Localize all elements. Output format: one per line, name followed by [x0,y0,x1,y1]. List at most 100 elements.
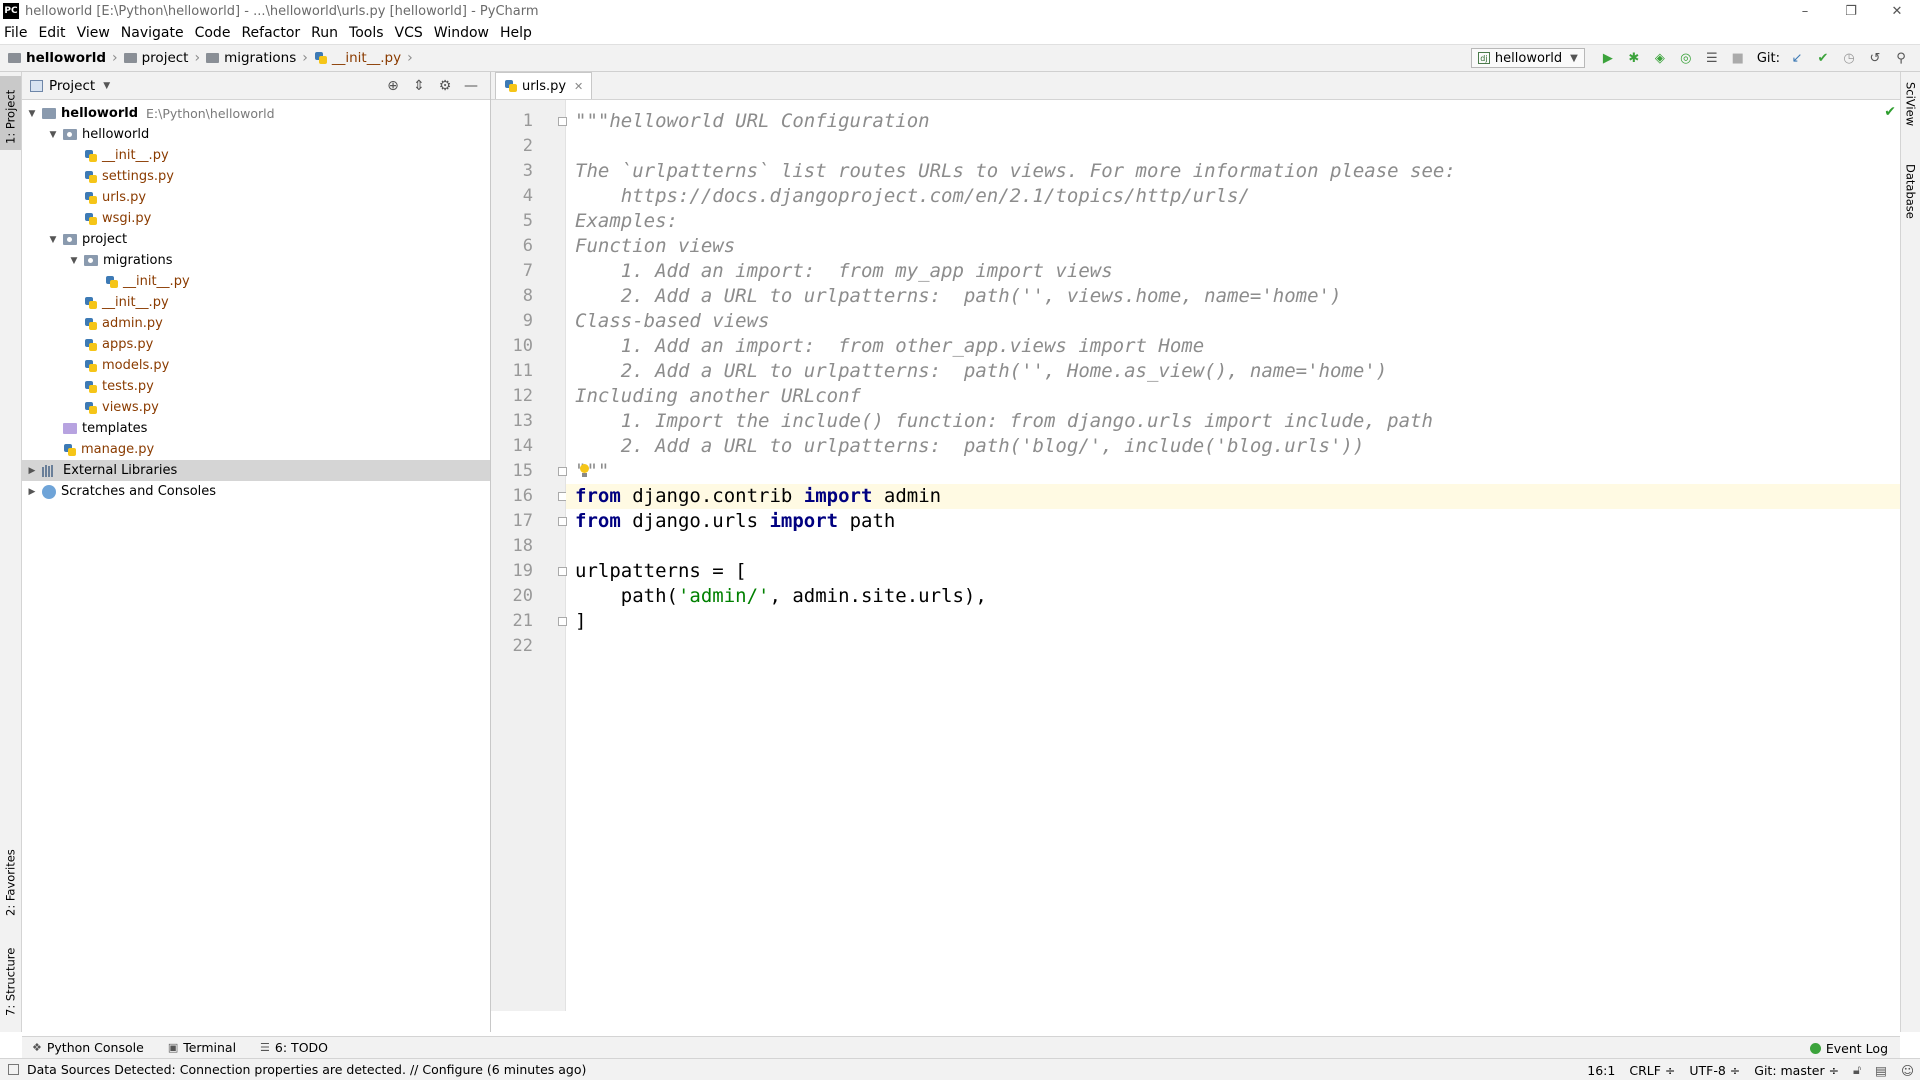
tree-item[interactable]: views.py [22,397,490,418]
tree-item[interactable]: ▼ helloworld E:\Python\helloworld [22,103,490,124]
git-branch[interactable]: Git: master ÷ [1754,1063,1839,1078]
todo-button[interactable]: ☰ 6: TODO [260,1040,328,1055]
git-update-icon[interactable]: ↙ [1784,47,1810,69]
tree-item[interactable]: models.py [22,355,490,376]
menu-vcs[interactable]: VCS [395,25,423,41]
project-panel-title[interactable]: Project [49,78,95,94]
chevron-down-icon[interactable]: ▼ [68,256,80,266]
tree-item[interactable]: ▼ project [22,229,490,250]
editor-tab-urls[interactable]: urls.py ✕ [495,72,593,99]
chevron-down-icon[interactable]: ▼ [47,130,59,140]
concurrency-icon[interactable]: ☰ [1699,47,1725,69]
run-configuration-select[interactable]: dj helloworld ▼ [1470,48,1585,68]
collapse-all-icon[interactable]: ⇕ [406,78,432,94]
memory-indicator-icon[interactable]: ▤ [1875,1063,1887,1078]
menu-refactor[interactable]: Refactor [241,25,300,41]
menu-edit[interactable]: Edit [38,25,65,41]
file-encoding[interactable]: UTF-8 ÷ [1689,1063,1740,1078]
tab-favorites[interactable]: 2: Favorites [0,842,21,922]
tree-item[interactable]: urls.py [22,187,490,208]
locate-icon[interactable]: ⊕ [380,78,406,94]
python-console-button[interactable]: ❖ Python Console [32,1040,144,1055]
tree-item[interactable]: __init__.py [22,145,490,166]
tree-item[interactable]: __init__.py [22,292,490,313]
tree-item[interactable]: ▼ helloworld [22,124,490,145]
stop-icon[interactable]: ■ [1725,47,1751,69]
coverage-icon[interactable]: ◈ [1647,47,1673,69]
chevron-down-icon[interactable]: ▼ [26,109,38,119]
event-log-button[interactable]: Event Log [1809,1037,1888,1059]
code-token: Examples: [575,210,678,232]
tab-sciview[interactable]: SciView [1901,78,1920,148]
terminal-button[interactable]: ▣ Terminal [168,1040,236,1055]
gear-icon[interactable]: ⚙ [432,78,458,94]
tree-item[interactable]: tests.py [22,376,490,397]
menu-view[interactable]: View [77,25,110,41]
code-token: """helloworld URL Configuration [575,110,930,132]
breadcrumb-item[interactable]: helloworld › [8,50,124,66]
tree-item[interactable]: admin.py [22,313,490,334]
chevron-down-icon[interactable]: ▼ [103,81,110,91]
python-file-icon [84,296,98,310]
tree-item[interactable]: ▶ External Libraries [22,460,490,481]
code-line: Examples: [566,209,1900,234]
tree-item[interactable]: settings.py [22,166,490,187]
line-separator[interactable]: CRLF ÷ [1629,1063,1675,1078]
caret-position[interactable]: 16:1 [1587,1063,1615,1078]
tab-structure[interactable]: 7: Structure [0,938,21,1022]
chevron-right-icon[interactable]: ▶ [26,487,38,497]
profile-icon[interactable]: ◎ [1673,47,1699,69]
inspector-icon[interactable]: ☺︎ [1901,1063,1914,1078]
minimize-button[interactable]: – [1782,0,1828,22]
tab-label: 2: Favorites [3,849,18,916]
status-message[interactable]: Data Sources Detected: Connection proper… [8,1062,586,1077]
tab-project[interactable]: 1: Project [0,76,21,150]
menu-tools[interactable]: Tools [349,25,384,41]
code-line: 1. Import the include() function: from d… [566,409,1900,434]
line-number: 15 [512,461,533,481]
close-button[interactable]: ✕ [1874,0,1920,22]
menu-help[interactable]: Help [500,25,532,41]
tab-label: Database [1903,164,1918,219]
chevron-down-icon[interactable]: ▼ [47,235,59,245]
code-editor[interactable]: """helloworld URL Configuration The `urlp… [566,100,1900,1011]
status-toggle-icon[interactable] [8,1064,19,1075]
code-token: ] [575,610,587,632]
tree-item[interactable]: ▼ migrations [22,250,490,271]
intention-bulb-icon[interactable] [578,464,590,478]
tree-item[interactable]: templates [22,418,490,439]
breadcrumb-label: helloworld [26,50,106,66]
folder-icon [206,53,220,63]
search-icon[interactable]: ⚲ [1888,47,1914,69]
run-icon[interactable]: ▶ [1595,47,1621,69]
breadcrumb-item[interactable]: __init__.py › [314,50,419,66]
hide-icon[interactable]: — [458,78,484,94]
menu-code[interactable]: Code [195,25,231,41]
tree-item[interactable]: __init__.py [22,271,490,292]
menu-run[interactable]: Run [311,25,338,41]
folder-icon [42,108,56,119]
revert-icon[interactable]: ↺ [1862,47,1888,69]
code-token: 'admin/' [677,585,770,607]
tree-item[interactable]: apps.py [22,334,490,355]
tree-item[interactable]: ▶ Scratches and Consoles [22,481,490,502]
git-commit-icon[interactable]: ✔ [1810,47,1836,69]
breadcrumb-item[interactable]: migrations › [206,50,314,66]
lock-icon[interactable]: 🔓︎ [1853,1062,1861,1078]
title-bar: PC helloworld [E:\Python\helloworld] - .… [0,0,1920,22]
menu-navigate[interactable]: Navigate [121,25,184,41]
line-number: 9 [522,311,533,331]
restore-button[interactable]: ❐ [1828,0,1874,22]
tree-item[interactable]: manage.py [22,439,490,460]
close-icon[interactable]: ✕ [574,80,583,93]
debug-icon[interactable]: ✱ [1621,47,1647,69]
history-icon[interactable]: ◷ [1836,47,1862,69]
folder-icon [123,53,137,63]
code-token: 2. Add a URL to urlpatterns: path('', Ho… [575,360,1388,382]
menu-file[interactable]: File [4,25,27,41]
chevron-right-icon[interactable]: ▶ [26,466,38,476]
menu-window[interactable]: Window [434,25,489,41]
tree-item[interactable]: wsgi.py [22,208,490,229]
tab-database[interactable]: Database [1901,160,1920,240]
breadcrumb-item[interactable]: project › [123,50,206,66]
